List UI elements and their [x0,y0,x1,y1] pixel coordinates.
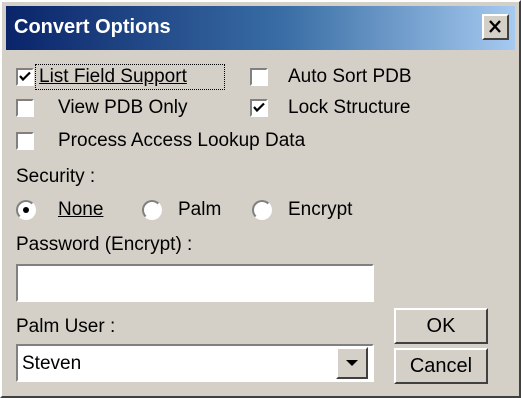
close-button[interactable] [482,14,509,40]
cancel-button[interactable]: Cancel [394,348,488,384]
title-bar[interactable]: Convert Options [6,6,515,50]
security-palm-label[interactable]: Palm [178,199,221,221]
checkmark-icon [253,102,265,113]
list-field-support-label[interactable]: List Field Support [39,66,187,88]
security-none-radio[interactable] [16,200,36,220]
convert-options-dialog: Convert Options List Field Support Auto … [0,0,521,398]
view-pdb-only-checkbox[interactable] [16,99,34,117]
security-encrypt-label[interactable]: Encrypt [288,199,352,221]
security-palm-radio[interactable] [142,200,162,220]
security-encrypt-radio[interactable] [252,200,272,220]
chevron-down-icon [346,360,358,366]
radio-selected-dot [23,207,29,213]
dialog-title: Convert Options [14,16,171,38]
lock-structure-label[interactable]: Lock Structure [288,97,411,119]
palm-user-value: Steven [22,353,82,374]
process-access-lookup-checkbox[interactable] [16,132,34,150]
palm-user-label: Palm User : [16,316,116,337]
security-none-label[interactable]: None [58,199,103,221]
process-access-lookup-label[interactable]: Process Access Lookup Data [58,130,305,152]
ok-button-label: OK [426,315,456,337]
checkmark-icon [19,71,31,82]
auto-sort-pdb-checkbox[interactable] [250,68,268,86]
security-label: Security : [16,166,96,187]
close-icon [489,20,501,33]
list-field-support-checkbox[interactable] [16,68,34,86]
password-input[interactable] [16,264,374,302]
view-pdb-only-label[interactable]: View PDB Only [58,97,188,119]
ok-button[interactable]: OK [394,308,488,344]
password-label: Password (Encrypt) : [16,234,193,255]
lock-structure-checkbox[interactable] [250,99,268,117]
palm-user-dropdown-button[interactable] [336,347,368,379]
auto-sort-pdb-label[interactable]: Auto Sort PDB [288,66,412,88]
cancel-button-label: Cancel [409,355,473,377]
palm-user-select[interactable]: Steven [16,344,374,382]
